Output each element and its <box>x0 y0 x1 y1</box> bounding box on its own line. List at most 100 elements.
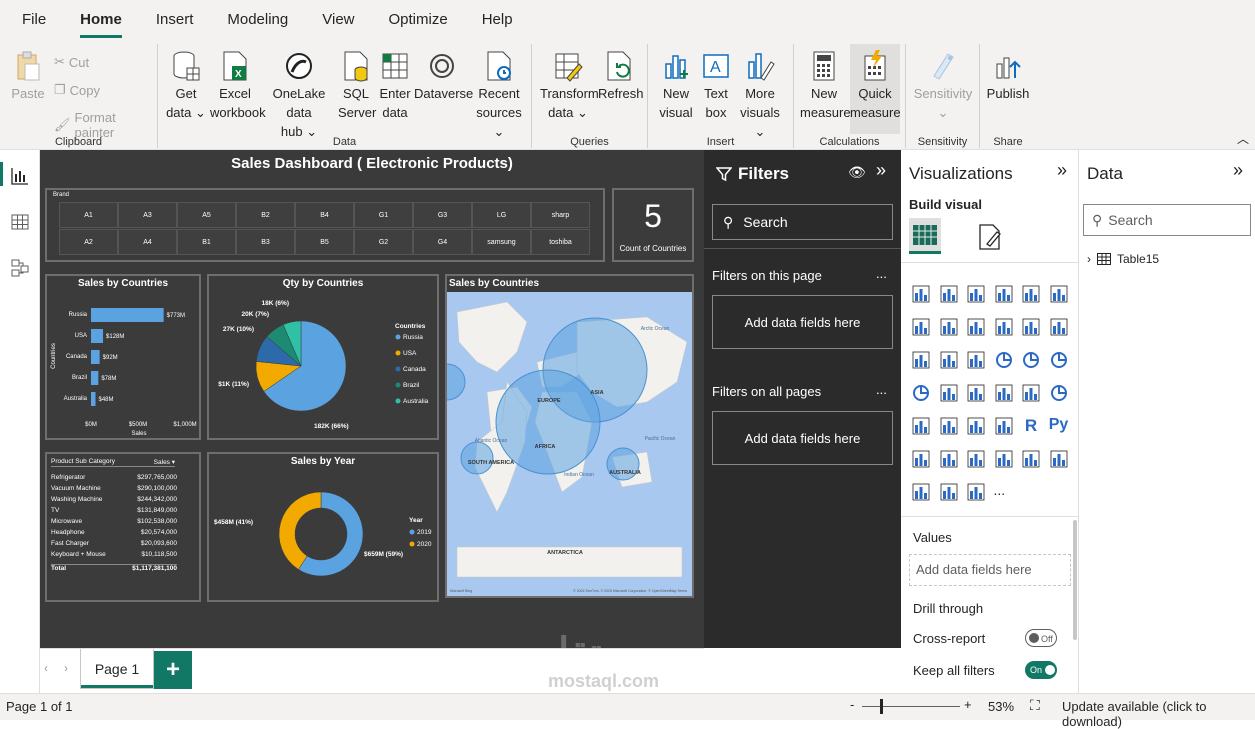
count-card[interactable]: 5 Count of Countries <box>612 188 694 262</box>
copy-button[interactable]: ❐ Copy <box>54 82 100 98</box>
smart-narrative-visual-icon[interactable] <box>994 449 1014 469</box>
brand-option[interactable]: B3 <box>236 229 295 255</box>
waterfall-visual-icon[interactable] <box>911 350 931 370</box>
sales-table-panel[interactable]: Product Sub Category Sales ▾ Refrigerator $… <box>45 452 201 602</box>
get-data-button[interactable]: Get data ⌄ <box>164 44 208 122</box>
world-map[interactable]: EUROPE ASIA AFRICA SOUTH AMERICA AUSTRALIA AN… <box>447 292 692 596</box>
brand-option[interactable]: B1 <box>177 229 236 255</box>
100-bar-visual-icon[interactable] <box>1021 284 1041 304</box>
eye-icon[interactable]: 👁 <box>848 164 866 181</box>
menu-modeling[interactable]: Modeling <box>227 0 288 40</box>
gauge-visual-icon[interactable] <box>994 383 1014 403</box>
brand-option[interactable]: G3 <box>413 202 472 228</box>
new-visual-button[interactable]: New visual <box>656 44 696 122</box>
menu-optimize[interactable]: Optimize <box>389 0 448 40</box>
pie-visual-icon[interactable] <box>994 350 1014 370</box>
table-row[interactable]: Fast Charger $20,093,600 <box>51 540 177 547</box>
zoom-in-button[interactable]: + <box>964 697 972 712</box>
table-row[interactable]: Washing Machine $244,342,000 <box>51 496 177 503</box>
brand-option[interactable]: G4 <box>413 229 472 255</box>
map-visual-icon[interactable] <box>911 383 931 403</box>
collapse-visualizations-icon[interactable]: » <box>1057 160 1067 181</box>
slicer-visual-icon[interactable] <box>939 416 959 436</box>
table-visual-icon[interactable] <box>966 416 986 436</box>
r-script-visual-icon[interactable]: R <box>1021 416 1041 436</box>
brand-slicer[interactable]: Brand A1 A3 A5 B2 B4 G1 G3 LG sharp A2 A4 B1 B3 B5 G2 G… <box>45 188 605 262</box>
sensitivity-button[interactable]: Sensitivity ⌄ <box>912 44 974 122</box>
donut-visual-icon[interactable] <box>1021 350 1041 370</box>
brand-option[interactable]: B4 <box>295 202 354 228</box>
line-column-visual-icon[interactable] <box>994 317 1014 337</box>
enter-data-button[interactable]: Enter data <box>376 44 414 122</box>
menu-insert[interactable]: Insert <box>156 0 194 40</box>
menu-view[interactable]: View <box>322 0 354 40</box>
table-row[interactable]: Headphone $20,574,000 <box>51 529 177 536</box>
menu-file[interactable]: File <box>22 0 46 40</box>
multi-row-card-visual-icon[interactable] <box>1049 383 1069 403</box>
values-drop-zone[interactable]: Add data fields here <box>909 554 1071 586</box>
onelake-data-hub-button[interactable]: OneLake data hub ⌄ <box>262 44 336 141</box>
table-row[interactable]: Refrigerator $297,765,000 <box>51 474 177 481</box>
collapse-data-icon[interactable]: » <box>1233 160 1243 181</box>
fit-to-page-icon[interactable]: ⛶ <box>1030 697 1040 714</box>
power-apps-visual-icon[interactable] <box>939 482 959 502</box>
line-clustered-visual-icon[interactable] <box>1021 317 1041 337</box>
brand-option[interactable]: A4 <box>118 229 177 255</box>
matrix-visual-icon[interactable] <box>994 416 1014 436</box>
scatter-visual-icon[interactable] <box>966 350 986 370</box>
table-view-icon[interactable] <box>10 212 30 232</box>
cross-report-toggle[interactable]: Off <box>1025 629 1057 647</box>
more-visual-icon[interactable]: ... <box>994 482 1014 502</box>
table-header-cell[interactable]: Sales ▾ <box>154 458 175 466</box>
recent-sources-button[interactable]: Recent sources ⌄ <box>474 44 524 141</box>
line-visual-icon[interactable] <box>911 317 931 337</box>
more-visuals-button[interactable]: More visuals ⌄ <box>736 44 784 141</box>
model-view-icon[interactable] <box>10 258 30 278</box>
cut-button[interactable]: ✂ Cut <box>54 54 89 70</box>
collapse-filters-icon[interactable]: » <box>876 160 886 181</box>
brand-option[interactable]: A3 <box>118 202 177 228</box>
format-visual-icon[interactable] <box>977 222 1003 252</box>
trophy-visual-icon[interactable] <box>1049 449 1069 469</box>
clustered-bar-visual-icon[interactable] <box>966 284 986 304</box>
table15-item[interactable]: › Table15 <box>1087 252 1159 266</box>
brand-option[interactable]: sharp <box>531 202 590 228</box>
area-visual-icon[interactable] <box>939 317 959 337</box>
filters-page-drop-zone[interactable]: Add data fields here <box>712 295 893 349</box>
more-options-icon[interactable]: ... <box>876 266 887 281</box>
next-page-icon[interactable]: › <box>64 661 68 675</box>
kpi-visual-icon[interactable] <box>911 416 931 436</box>
filled-map-visual-icon[interactable] <box>939 383 959 403</box>
update-available-link[interactable]: Update available (click to download) <box>1062 699 1255 729</box>
paste-button[interactable]: Paste <box>8 44 48 103</box>
azure-map-visual-icon[interactable] <box>966 383 986 403</box>
menu-help[interactable]: Help <box>482 0 513 40</box>
qty-pie-panel[interactable]: Qty by Countries 182K (66%) $1K (11%) 27K … <box>207 274 439 440</box>
dataverse-button[interactable]: Dataverse <box>414 44 473 103</box>
python-visual-icon[interactable]: Py <box>1049 416 1069 436</box>
keep-all-filters-toggle[interactable]: On <box>1025 661 1057 679</box>
map-panel[interactable]: Sales by Countries EUROPE ASIA AFRICA SOUTH… <box>445 274 694 598</box>
more-options-icon[interactable]: ... <box>876 382 887 397</box>
transform-data-button[interactable]: Transform data ⌄ <box>540 44 599 122</box>
visualizations-scrollbar[interactable] <box>1073 520 1077 640</box>
clustered-column-visual-icon[interactable] <box>994 284 1014 304</box>
add-page-button[interactable]: + <box>154 651 192 689</box>
brand-option[interactable]: G1 <box>354 202 413 228</box>
data-search-input[interactable]: ⚲ Search <box>1083 204 1251 236</box>
decomposition-tree-visual-icon[interactable] <box>939 449 959 469</box>
paginated-visual-icon[interactable] <box>1021 449 1041 469</box>
100-column-visual-icon[interactable] <box>1049 284 1069 304</box>
brand-option[interactable]: samsung <box>472 229 531 255</box>
report-view-icon[interactable] <box>10 166 30 186</box>
bar-chart-panel[interactable]: Sales by Countries Russia $773M USA $128M Ca… <box>45 274 201 440</box>
brand-option[interactable]: toshiba <box>531 229 590 255</box>
new-measure-button[interactable]: New measure <box>800 44 851 122</box>
publish-button[interactable]: Publish <box>986 44 1030 103</box>
zoom-out-button[interactable]: - <box>850 697 854 712</box>
build-visual-tab[interactable] <box>909 218 941 254</box>
zoom-slider[interactable] <box>862 706 960 707</box>
brand-option[interactable]: B2 <box>236 202 295 228</box>
excel-workbook-button[interactable]: X Excel workbook <box>210 44 266 122</box>
metrics-visual-icon[interactable] <box>911 482 931 502</box>
